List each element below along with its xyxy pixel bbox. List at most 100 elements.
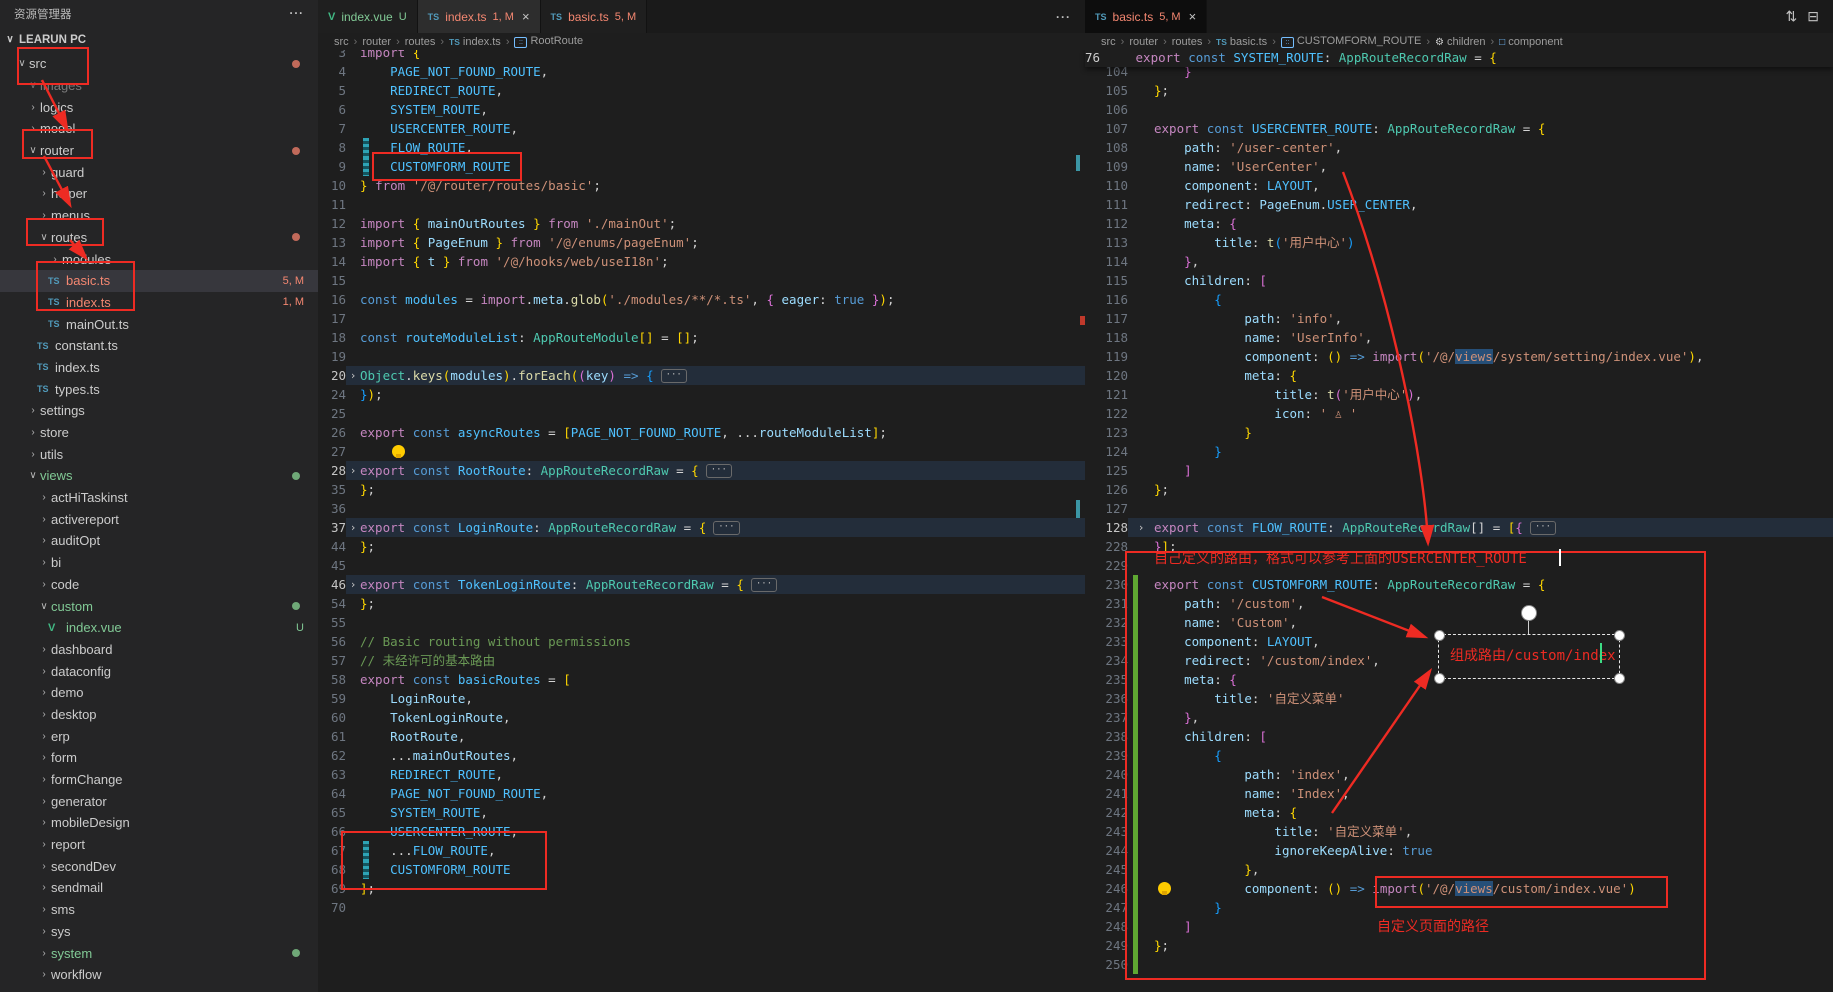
breadcrumb-item-src[interactable]: src <box>1101 36 1116 48</box>
breadcrumb-item-router[interactable]: router <box>1129 36 1158 48</box>
folded-ellipsis-badge[interactable]: ··· <box>706 464 732 478</box>
code-line-54[interactable]: 54 }; <box>318 594 1085 613</box>
tree-item-modules[interactable]: ›modules <box>0 248 318 270</box>
tree-item-generator[interactable]: ›generator <box>0 790 318 812</box>
code-line-237[interactable]: 237 }, <box>1085 708 1833 727</box>
code-line-114[interactable]: 114 }, <box>1085 252 1833 271</box>
code-line-113[interactable]: 113 title: t('用户中心') <box>1085 233 1833 252</box>
code-line-105[interactable]: 105 }; <box>1085 81 1833 100</box>
code-line-15[interactable]: 15 <box>318 271 1085 290</box>
code-line-13[interactable]: 13 import { PageEnum } from '/@/enums/pa… <box>318 233 1085 252</box>
code-line-27[interactable]: 27 <box>318 442 1085 461</box>
tree-item-activereport[interactable]: ›activereport <box>0 508 318 530</box>
code-line-230[interactable]: 230 export const CUSTOMFORM_ROUTE: AppRo… <box>1085 575 1833 594</box>
code-line-69[interactable]: 69 ]; <box>318 879 1085 898</box>
code-line-122[interactable]: 122 icon: ' ♙ ' <box>1085 404 1833 423</box>
code-line-16[interactable]: 16 const modules = import.meta.glob('./m… <box>318 290 1085 309</box>
tab-basic-ts[interactable]: TSbasic.ts5, M× <box>1085 0 1207 33</box>
code-line-9[interactable]: 9 CUSTOMFORM_ROUTE <box>318 157 1085 176</box>
code-line-61[interactable]: 61 RootRoute, <box>318 727 1085 746</box>
code-line-108[interactable]: 108 path: '/user-center', <box>1085 138 1833 157</box>
tree-item-system[interactable]: ›system <box>0 942 318 964</box>
code-line-36[interactable]: 36 <box>318 499 1085 518</box>
breadcrumb-item-RootRoute[interactable]: ::RootRoute <box>514 35 583 48</box>
code-line-250[interactable]: 250 <box>1085 955 1833 974</box>
tree-item-bi[interactable]: ›bi <box>0 552 318 574</box>
code-line-24[interactable]: 24 }); <box>318 385 1085 404</box>
lightbulb-fix-icon[interactable] <box>1158 882 1171 895</box>
tree-item-guard[interactable]: ›guard <box>0 161 318 183</box>
tree-item-code[interactable]: ›code <box>0 574 318 596</box>
tree-item-desktop[interactable]: ›desktop <box>0 704 318 726</box>
tree-item-menus[interactable]: ›menus <box>0 205 318 227</box>
tree-item-index-vue[interactable]: Vindex.vueU <box>0 617 318 639</box>
tab-index-vue[interactable]: Vindex.vueU <box>318 0 418 33</box>
code-line-58[interactable]: 58 export const basicRoutes = [ <box>318 670 1085 689</box>
code-line-245[interactable]: 245 }, <box>1085 860 1833 879</box>
code-line-46[interactable]: 46›export const TokenLoginRoute: AppRout… <box>318 575 1085 594</box>
tree-item-images[interactable]: ∨images <box>0 75 318 97</box>
code-line-117[interactable]: 117 path: 'info', <box>1085 309 1833 328</box>
folded-ellipsis-badge[interactable]: ··· <box>751 578 777 592</box>
code-line-236[interactable]: 236 title: '自定义菜单' <box>1085 689 1833 708</box>
tab-basic-ts[interactable]: TSbasic.ts5, M <box>541 0 648 33</box>
code-line-126[interactable]: 126 }; <box>1085 480 1833 499</box>
code-line-110[interactable]: 110 component: LAYOUT, <box>1085 176 1833 195</box>
code-line-4[interactable]: 4 PAGE_NOT_FOUND_ROUTE, <box>318 62 1085 81</box>
close-icon[interactable]: × <box>1189 9 1197 24</box>
tree-item-demo[interactable]: ›demo <box>0 682 318 704</box>
code-line-244[interactable]: 244 ignoreKeepAlive: true <box>1085 841 1833 860</box>
code-line-8[interactable]: 8 FLOW_ROUTE, <box>318 138 1085 157</box>
code-line-235[interactable]: 235 meta: { <box>1085 670 1833 689</box>
code-line-231[interactable]: 231 path: '/custom', <box>1085 594 1833 613</box>
code-line-57[interactable]: 57 // 未经许可的基本路由 <box>318 651 1085 670</box>
code-line-45[interactable]: 45 <box>318 556 1085 575</box>
tree-item-index-ts[interactable]: TSindex.ts <box>0 357 318 379</box>
rotation-handle[interactable] <box>1521 605 1537 621</box>
code-line-63[interactable]: 63 REDIRECT_ROUTE, <box>318 765 1085 784</box>
tree-item-mobileDesign[interactable]: ›mobileDesign <box>0 812 318 834</box>
fold-collapsed-icon[interactable]: › <box>346 575 360 594</box>
code-line-25[interactable]: 25 <box>318 404 1085 423</box>
code-line-68[interactable]: 68 CUSTOMFORM_ROUTE <box>318 860 1085 879</box>
tree-item-actHiTaskinst[interactable]: ›actHiTaskinst <box>0 487 318 509</box>
folded-ellipsis-badge[interactable]: ··· <box>1530 521 1556 535</box>
tree-item-types-ts[interactable]: TStypes.ts <box>0 378 318 400</box>
code-line-35[interactable]: 35 }; <box>318 480 1085 499</box>
breadcrumb-item-children[interactable]: ⚙children <box>1435 36 1486 48</box>
tree-item-routes[interactable]: ∨routes <box>0 227 318 249</box>
code-line-65[interactable]: 65 SYSTEM_ROUTE, <box>318 803 1085 822</box>
tree-item-dataconfig[interactable]: ›dataconfig <box>0 660 318 682</box>
code-line-64[interactable]: 64 PAGE_NOT_FOUND_ROUTE, <box>318 784 1085 803</box>
code-line-242[interactable]: 242 meta: { <box>1085 803 1833 822</box>
breadcrumb-item-routes[interactable]: routes <box>405 36 436 48</box>
code-line-6[interactable]: 6 SYSTEM_ROUTE, <box>318 100 1085 119</box>
selection-handle[interactable] <box>1434 630 1445 641</box>
code-line-19[interactable]: 19 <box>318 347 1085 366</box>
code-line-240[interactable]: 240 path: 'index', <box>1085 765 1833 784</box>
tab-index-ts[interactable]: TSindex.ts1, M× <box>418 0 541 33</box>
tree-item-basic-ts[interactable]: TSbasic.ts5, M <box>0 270 318 292</box>
code-line-123[interactable]: 123 } <box>1085 423 1833 442</box>
fold-collapsed-icon[interactable]: › <box>346 461 360 480</box>
breadcrumb-item-CUSTOMFORM_ROUTE[interactable]: ::CUSTOMFORM_ROUTE <box>1281 35 1421 48</box>
tree-item-logics[interactable]: ›logics <box>0 96 318 118</box>
code-line-118[interactable]: 118 name: 'UserInfo', <box>1085 328 1833 347</box>
code-line-106[interactable]: 106 <box>1085 100 1833 119</box>
code-line-28[interactable]: 28›export const RootRoute: AppRouteRecor… <box>318 461 1085 480</box>
code-line-127[interactable]: 127 <box>1085 499 1833 518</box>
code-line-59[interactable]: 59 LoginRoute, <box>318 689 1085 708</box>
code-line-44[interactable]: 44 }; <box>318 537 1085 556</box>
selection-handle[interactable] <box>1614 673 1625 684</box>
tree-item-report[interactable]: ›report <box>0 834 318 856</box>
code-editor-index-ts[interactable]: 3 import {4 PAGE_NOT_FOUND_ROUTE,5 REDIR… <box>318 43 1085 917</box>
tree-item-store[interactable]: ›store <box>0 422 318 444</box>
code-line-107[interactable]: 107 export const USERCENTER_ROUTE: AppRo… <box>1085 119 1833 138</box>
code-line-120[interactable]: 120 meta: { <box>1085 366 1833 385</box>
code-line-125[interactable]: 125 ] <box>1085 461 1833 480</box>
tree-item-workflow[interactable]: ›workflow <box>0 964 318 986</box>
code-line-66[interactable]: 66 USERCENTER_ROUTE, <box>318 822 1085 841</box>
folded-ellipsis-badge[interactable]: ··· <box>661 369 687 383</box>
tree-item-secondDev[interactable]: ›secondDev <box>0 855 318 877</box>
code-line-115[interactable]: 115 children: [ <box>1085 271 1833 290</box>
